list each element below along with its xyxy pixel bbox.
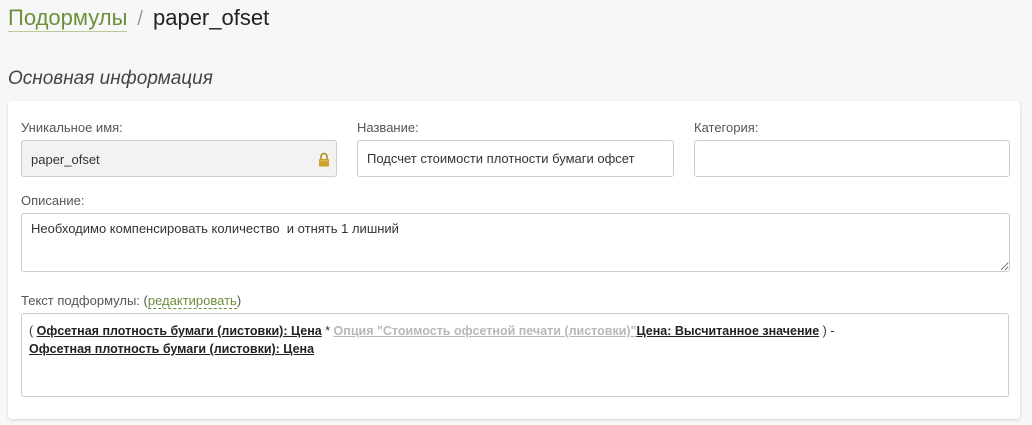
formula-token-paper-price-2[interactable]: Офсетная плотность бумаги (листовки): Це… [29, 342, 314, 356]
unique-name-field[interactable]: paper_ofset [21, 140, 337, 177]
category-input[interactable] [694, 140, 1010, 177]
breadcrumb-parent-link[interactable]: Подормулы [8, 5, 128, 32]
formula-paren-close: ) [822, 324, 827, 338]
formula-multiply: * [325, 324, 331, 338]
formula-paren-open: ( [29, 324, 34, 338]
edit-close-paren: ) [236, 293, 242, 308]
unique-name-value: paper_ofset [31, 152, 100, 167]
unique-name-label: Уникальное имя: [21, 120, 123, 135]
title-input[interactable] [357, 140, 674, 177]
formula-text-box: ( Офсетная плотность бумаги (листовки): … [21, 313, 1009, 397]
formula-label: Текст подформулы: (редактировать) [21, 293, 242, 309]
formula-token-calculated[interactable]: Цена: Высчитанное значение [636, 324, 819, 338]
main-info-panel: Уникальное имя: paper_ofset Название: Ка… [8, 101, 1020, 419]
edit-formula-link[interactable]: редактировать [147, 293, 237, 309]
description-label: Описание: [21, 193, 85, 208]
formula-token-paper-price[interactable]: Офсетная плотность бумаги (листовки): Це… [37, 324, 322, 338]
title-label: Название: [357, 120, 419, 135]
breadcrumb-separator: / [137, 8, 143, 30]
breadcrumb-current: paper_ofset [152, 5, 270, 30]
formula-token-option[interactable]: Опция "Стоимость офсетной печати (листов… [334, 324, 637, 338]
description-textarea[interactable]: Необходимо компенсировать количество и о… [21, 213, 1010, 272]
formula-label-text: Текст подформулы: [21, 293, 140, 308]
category-label: Категория: [694, 120, 759, 135]
formula-minus: - [830, 324, 835, 338]
lock-icon [319, 152, 329, 167]
breadcrumb: Подормулы / paper_ofset [8, 4, 269, 33]
section-title: Основная информация [8, 68, 213, 89]
